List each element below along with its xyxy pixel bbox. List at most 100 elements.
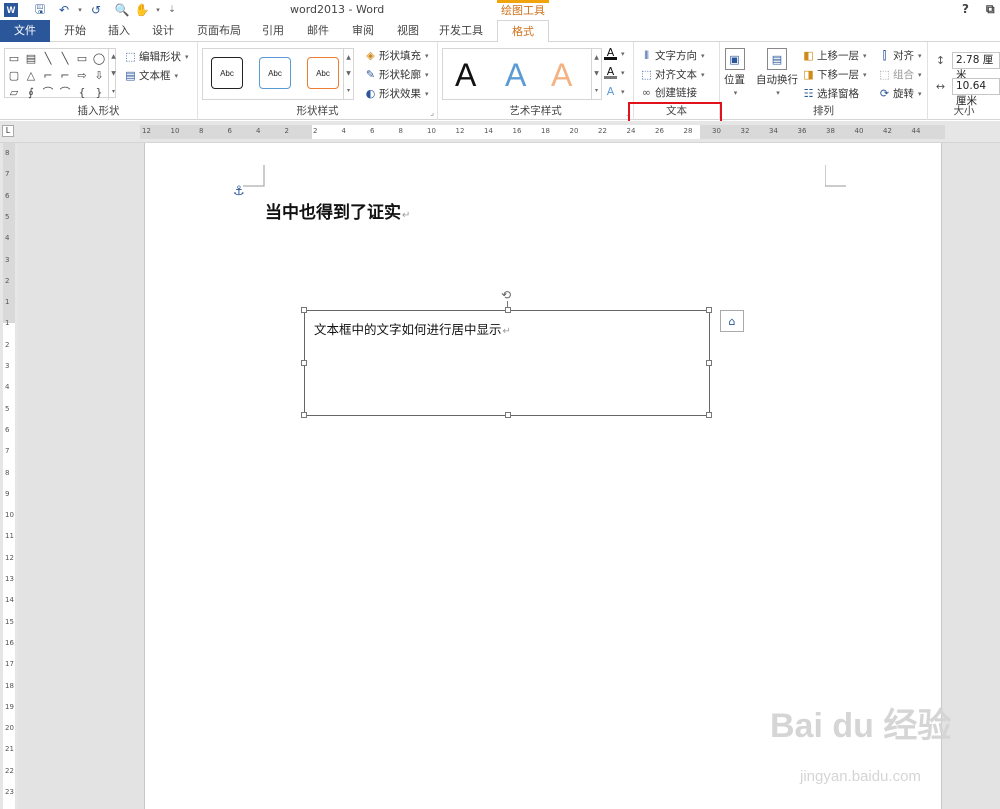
shape-fill-button[interactable]: ◈ 形状填充 ▾ [364, 48, 428, 63]
edit-shape-button[interactable]: ⬚ 编辑形状 ▾ [124, 49, 188, 64]
help-icon[interactable]: ? [962, 2, 969, 16]
shape-rectangle-icon[interactable]: ▭ [74, 50, 90, 66]
wordart-style-2[interactable]: A [505, 57, 526, 94]
word-logo-icon[interactable]: W [4, 3, 18, 17]
shape-triangle-icon[interactable]: △ [23, 67, 39, 83]
print-preview-icon[interactable]: 🔍 [114, 2, 130, 18]
text-direction-button[interactable]: ⫴ 文字方向 ▾ [640, 48, 704, 63]
undo-dropdown-icon[interactable]: ▾ [72, 2, 88, 18]
wrap-text-button[interactable]: ▤ 自动换行 ▾ [756, 48, 798, 97]
selection-pane-button[interactable]: ☷ 选择窗格 [802, 86, 859, 101]
resize-handle-left[interactable] [301, 360, 307, 366]
tab-references[interactable]: 引用 [256, 20, 290, 42]
shape-arrow-line-icon[interactable]: ╲ [57, 50, 73, 66]
shape-height-field[interactable]: 2.78 厘米 [952, 52, 1000, 81]
align-button[interactable]: ⫿ 对齐 ▾ [878, 48, 922, 63]
wordart-style-3[interactable]: A [551, 57, 572, 94]
tab-home[interactable]: 开始 [58, 20, 92, 42]
position-button[interactable]: ▣ 位置 ▾ [724, 48, 745, 97]
text-box-content[interactable]: 文本框中的文字如何进行居中显示↵ [314, 319, 511, 338]
ruler-tick-label: 10 [5, 511, 14, 520]
selected-text-box[interactable]: 文本框中的文字如何进行居中显示↵ [301, 307, 712, 418]
shape-elbow-icon[interactable]: ⌐ [57, 67, 73, 83]
shape-style-1[interactable]: Abc [211, 57, 243, 89]
ruler-tick-label: 12 [5, 553, 14, 562]
create-link-button[interactable]: ∞ 创建链接 [640, 85, 697, 100]
rotate-handle-icon[interactable]: ⟲ [501, 288, 511, 302]
vertical-ruler[interactable]: 8 7 6 5 4 3 2 1 1 2 3 4 5 6 7 8 9 10 11 12 13 14 15 16 17 18 19 20 2… [0, 143, 18, 809]
resize-handle-top-right[interactable] [706, 307, 712, 313]
ribbon-tabs: 文件 开始 插入 设计 页面布局 引用 邮件 审阅 视图 开发工具 格式 [0, 20, 1000, 43]
shape-right-arrow-icon[interactable]: ⇨ [74, 67, 90, 83]
resize-handle-bottom[interactable] [505, 412, 511, 418]
tab-page-layout[interactable]: 页面布局 [194, 20, 244, 42]
align-text-button[interactable]: ⬚ 对齐文本 ▾ [640, 67, 704, 82]
touch-mode-icon[interactable]: ✋ [134, 2, 150, 18]
shape-left-brace-icon[interactable]: { [74, 84, 90, 100]
shape-style-3[interactable]: Abc [307, 57, 339, 89]
shapes-gallery-scroll[interactable]: ▲ ▼ ▾ [108, 48, 118, 100]
text-box-button[interactable]: ▤ 文本框 ▾ [124, 68, 178, 83]
wordart-gallery[interactable]: A A A ▲ ▼ ▾ [442, 48, 602, 100]
layout-options-button[interactable]: ⌂ [720, 310, 744, 332]
save-icon[interactable]: 🖫 [32, 2, 48, 18]
restore-window-icon[interactable]: ⧉ [986, 2, 995, 17]
resize-handle-right[interactable] [706, 360, 712, 366]
shape-arc-icon[interactable]: ⌒ [40, 84, 56, 100]
shape-width-field[interactable]: 10.64 厘米 [952, 78, 1000, 107]
wordart-scroll[interactable]: ▲ ▼ ▾ [591, 49, 601, 99]
shape-styles-scroll[interactable]: ▲ ▼ ▾ [343, 49, 353, 99]
horizontal-ruler-track[interactable]: 12 10 8 6 4 2 2 4 6 8 10 12 14 16 18 20 22 24 26 28 30 32 34 36… [140, 125, 945, 139]
tab-developer[interactable]: 开发工具 [436, 20, 486, 42]
ruler-tick-label: 20 [569, 127, 579, 135]
resize-handle-top-left[interactable] [301, 307, 307, 313]
shape-right-brace-icon[interactable]: } [91, 84, 107, 100]
shape-parallelogram-icon[interactable]: ▱ [6, 84, 22, 100]
shape-styles-gallery[interactable]: Abc Abc Abc ▲ ▼ ▾ [202, 48, 354, 100]
shape-effects-button[interactable]: ◐ 形状效果 ▾ [364, 86, 429, 101]
vertical-ruler-track[interactable]: 8 7 6 5 4 3 2 1 1 2 3 4 5 6 7 8 9 10 11 12 13 14 15 16 17 18 19 20 2… [3, 143, 15, 809]
anchor-icon[interactable]: ⚓ [233, 184, 245, 199]
bring-forward-button[interactable]: ◧ 上移一层 ▾ [802, 48, 866, 63]
shape-textbox-icon[interactable]: ▭ [6, 50, 22, 66]
ruler-tick-label: 44 [911, 127, 921, 135]
shape-style-2[interactable]: Abc [259, 57, 291, 89]
tab-selector[interactable]: L [2, 125, 14, 137]
text-fill-button[interactable]: A ▾ [604, 46, 625, 60]
tab-file[interactable]: 文件 [0, 20, 50, 42]
resize-handle-top[interactable] [505, 307, 511, 313]
text-effects-button[interactable]: A ▾ [604, 85, 625, 98]
shape-styles-launcher-icon[interactable]: ⌟ [430, 108, 434, 117]
resize-handle-bottom-right[interactable] [706, 412, 712, 418]
customize-qat-icon[interactable]: ⇣ [164, 2, 180, 18]
shape-line-icon[interactable]: ╲ [40, 50, 56, 66]
shape-down-arrow-icon[interactable]: ⇩ [91, 67, 107, 83]
document-heading[interactable]: 当中也得到了证实↵ [265, 198, 410, 223]
shape-connector-icon[interactable]: ⌐ [40, 67, 56, 83]
tab-design[interactable]: 设计 [146, 20, 180, 42]
horizontal-ruler[interactable]: L 12 10 8 6 4 2 2 4 6 8 10 12 14 16 18 20 22 24 26 28 30 32 34… [0, 121, 1000, 143]
resize-handle-bottom-left[interactable] [301, 412, 307, 418]
tab-view[interactable]: 视图 [391, 20, 425, 42]
send-backward-button[interactable]: ◨ 下移一层 ▾ [802, 67, 866, 82]
shapes-gallery[interactable]: ▭ ▤ ╲ ╲ ▭ ◯ ▢ △ ⌐ ⌐ ⇨ ⇩ ▱ ∮ ⌒ ⌒ { } [4, 48, 116, 100]
tab-format[interactable]: 格式 [497, 20, 549, 43]
tab-insert[interactable]: 插入 [102, 20, 136, 42]
shape-vertical-textbox-icon[interactable]: ▤ [23, 50, 39, 66]
wordart-style-1[interactable]: A [455, 57, 476, 94]
group-button[interactable]: ⬚ 组合 ▾ [878, 67, 921, 82]
undo-icon[interactable]: ↶ [56, 2, 72, 18]
shape-outline-button[interactable]: ✎ 形状轮廓 ▾ [364, 67, 429, 82]
send-backward-label: 下移一层 [817, 69, 859, 81]
rotate-button[interactable]: ⟳ 旋转 ▾ [878, 86, 922, 101]
text-box-paragraph-mark: ↵ [502, 326, 511, 337]
tab-review[interactable]: 审阅 [346, 20, 380, 42]
shape-freeform-icon[interactable]: ∮ [23, 84, 39, 100]
shape-curve-icon[interactable]: ⌒ [57, 84, 73, 100]
shape-oval-icon[interactable]: ◯ [91, 50, 107, 66]
shape-rounded-rect-icon[interactable]: ▢ [6, 67, 22, 83]
width-icon: ↔ [935, 80, 946, 93]
tab-mailings[interactable]: 邮件 [301, 20, 335, 42]
text-outline-button[interactable]: A ▾ [604, 65, 625, 79]
redo-icon[interactable]: ↺ [88, 2, 104, 18]
